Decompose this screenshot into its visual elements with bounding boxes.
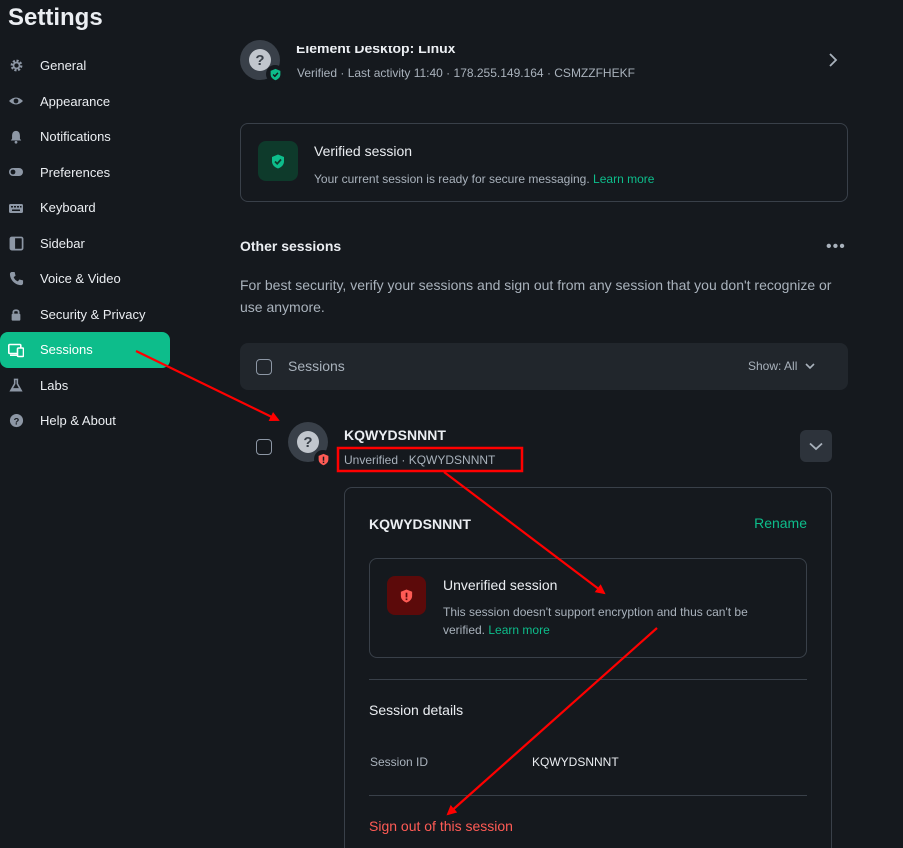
session-details-panel: KQWYDSNNNT Rename Unverified session Thi… (344, 487, 832, 848)
session-name: KQWYDSNNNT (344, 427, 446, 443)
sidebar-item-security-privacy[interactable]: Security & Privacy (0, 297, 170, 333)
session-meta: Unverified · KQWYDSNNNT (344, 453, 496, 467)
settings-title: Settings (8, 4, 103, 31)
chevron-up-icon (809, 442, 823, 451)
unverified-shield-icon (314, 450, 332, 468)
unverified-session-title: Unverified session (443, 577, 558, 593)
sidebar-item-appearance[interactable]: Appearance (0, 84, 170, 120)
phone-icon (8, 271, 24, 287)
chevron-right-icon[interactable] (828, 52, 838, 73)
divider (369, 795, 807, 796)
sidebar-item-sessions[interactable]: Sessions (0, 332, 170, 368)
gear-icon (8, 58, 24, 74)
expand-session-button[interactable] (800, 430, 832, 462)
toggle-icon (8, 164, 24, 180)
current-session-name: Element Desktop: Linux (296, 40, 456, 56)
sidebar-item-label: Notifications (40, 129, 111, 145)
keyboard-icon (8, 200, 24, 216)
sidebar-item-label: General (40, 58, 87, 74)
bell-icon (8, 129, 24, 145)
rename-button[interactable]: Rename (754, 515, 807, 531)
sidebar-item-label: Appearance (40, 93, 111, 109)
session-tile[interactable]: ? KQWYDSNNNT Unverified · KQWYDSNNNT (240, 420, 848, 480)
sidebar-item-label: Sidebar (40, 235, 85, 251)
verified-session-card: Verified session Your current session is… (240, 123, 848, 202)
unverified-session-card: Unverified session This session doesn't … (369, 558, 807, 658)
other-sessions-heading: Other sessions (240, 238, 342, 254)
filter-dropdown-label: Show: All (748, 359, 798, 373)
sidebar-item-help-about[interactable]: ? Help & About (0, 403, 170, 439)
sidebar-item-keyboard[interactable]: Keyboard (0, 190, 170, 226)
sessions-filter-header: Sessions Show: All (240, 343, 848, 390)
verified-session-desc-text: Your current session is ready for secure… (314, 172, 590, 186)
sidebar-item-voice-video[interactable]: Voice & Video (0, 261, 170, 297)
divider (369, 679, 807, 680)
flask-icon (8, 377, 24, 393)
sidebar-item-general[interactable]: General (0, 48, 170, 84)
more-options-icon[interactable]: ••• (826, 238, 846, 256)
session-id-label: Session ID (370, 755, 429, 769)
sessions-panel: ? Element Desktop: Linux Verified · Last… (240, 0, 848, 848)
session-details-heading: Session details (369, 702, 464, 718)
svg-text:?: ? (13, 417, 19, 427)
sidebar-item-label: Labs (40, 377, 69, 393)
sidebar-item-label: Voice & Video (40, 271, 121, 287)
current-session-tile[interactable]: ? Element Desktop: Linux Verified · Last… (240, 38, 848, 86)
filter-dropdown[interactable]: Show: All (748, 359, 815, 373)
unverified-session-desc: This session doesn't support encryption … (443, 603, 793, 639)
sidebar-item-preferences[interactable]: Preferences (0, 155, 170, 191)
sign-out-session-button[interactable]: Sign out of this session (369, 818, 513, 834)
session-id-value: KQWYDSNNNT (532, 755, 619, 769)
verified-shield-icon (258, 141, 298, 181)
verified-session-desc: Your current session is ready for secure… (314, 170, 654, 188)
sidebar-item-label: Sessions (40, 342, 93, 358)
sidebar-item-label: Security & Privacy (40, 306, 146, 322)
sidebar-icon (8, 235, 24, 251)
session-details-name: KQWYDSNNNT (369, 516, 471, 532)
chevron-down-icon (805, 362, 815, 370)
settings-nav: General Appearance Notifications Prefere… (0, 48, 170, 439)
verified-shield-icon (266, 65, 284, 83)
lock-icon (8, 306, 24, 322)
learn-more-link[interactable]: Learn more (593, 172, 654, 186)
sidebar-item-sidebar[interactable]: Sidebar (0, 226, 170, 262)
unverified-shield-icon (387, 576, 426, 615)
sidebar-item-label: Help & About (40, 413, 116, 429)
other-sessions-desc: For best security, verify your sessions … (240, 277, 832, 315)
sidebar-item-label: Preferences (40, 164, 111, 180)
devices-icon (8, 342, 24, 358)
help-icon: ? (8, 413, 24, 429)
learn-more-link[interactable]: Learn more (488, 623, 549, 637)
eye-icon (8, 93, 24, 109)
sessions-filter-label: Sessions (288, 358, 345, 374)
sidebar-item-label: Keyboard (40, 200, 96, 216)
settings-sidebar: Settings General Appearance Notification… (0, 0, 200, 848)
verified-session-title: Verified session (314, 143, 413, 159)
current-session-meta: Verified · Last activity 11:40 · 178.255… (297, 66, 635, 80)
sidebar-item-labs[interactable]: Labs (0, 368, 170, 404)
session-select-checkbox[interactable] (256, 439, 272, 455)
select-all-checkbox[interactable] (256, 359, 272, 375)
unknown-device-icon: ? (297, 431, 319, 453)
sidebar-item-notifications[interactable]: Notifications (0, 119, 170, 155)
